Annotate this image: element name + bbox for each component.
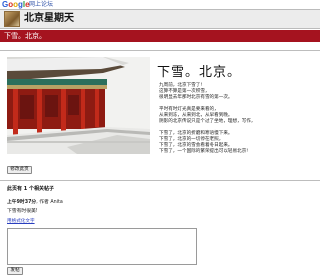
google-logo[interactable]: Google bbox=[2, 0, 30, 9]
divider bbox=[0, 180, 320, 181]
post-line: 下雪了，一个国际的繁荣提出可以轻易北京! bbox=[159, 149, 249, 154]
rich-text-link[interactable]: 用格式化文字 bbox=[7, 219, 35, 225]
divider bbox=[0, 50, 320, 51]
post-line: 阴影的北京传说只是个过了坐地，理想，写作， bbox=[159, 119, 256, 124]
google-topbar: Google 网上论坛 bbox=[0, 0, 320, 9]
product-name[interactable]: 网上论坛 bbox=[29, 1, 53, 9]
post-line: 很明显去年那时北京有雪的第一次。 bbox=[159, 95, 233, 100]
edit-page-button[interactable]: 修改此页 bbox=[7, 166, 32, 174]
reply-meta: 上午9时37分, 作者 Anita bbox=[7, 200, 63, 206]
forbidden-city-snow-photo bbox=[7, 57, 150, 154]
group-avatar-icon[interactable] bbox=[4, 11, 20, 27]
page-title-banner: 下雪。北京。 bbox=[0, 30, 320, 42]
reply-author: Anita bbox=[50, 200, 63, 205]
reply-by-label: , 作者 bbox=[36, 200, 49, 205]
group-header: 北京星期天 bbox=[0, 9, 320, 29]
photo-illustration bbox=[7, 57, 150, 154]
post-reply-button[interactable]: 发帖 bbox=[7, 267, 23, 275]
reply-time: 上午9时37分 bbox=[7, 200, 37, 205]
group-title[interactable]: 北京星期天 bbox=[24, 12, 74, 26]
reply-message: 下雪有时很美! bbox=[7, 209, 38, 214]
reply-input[interactable] bbox=[7, 228, 197, 265]
related-posts-heading: 此页有 1 个相关帖子 bbox=[7, 186, 54, 192]
post-title: 下雪。北京。 bbox=[157, 65, 242, 80]
